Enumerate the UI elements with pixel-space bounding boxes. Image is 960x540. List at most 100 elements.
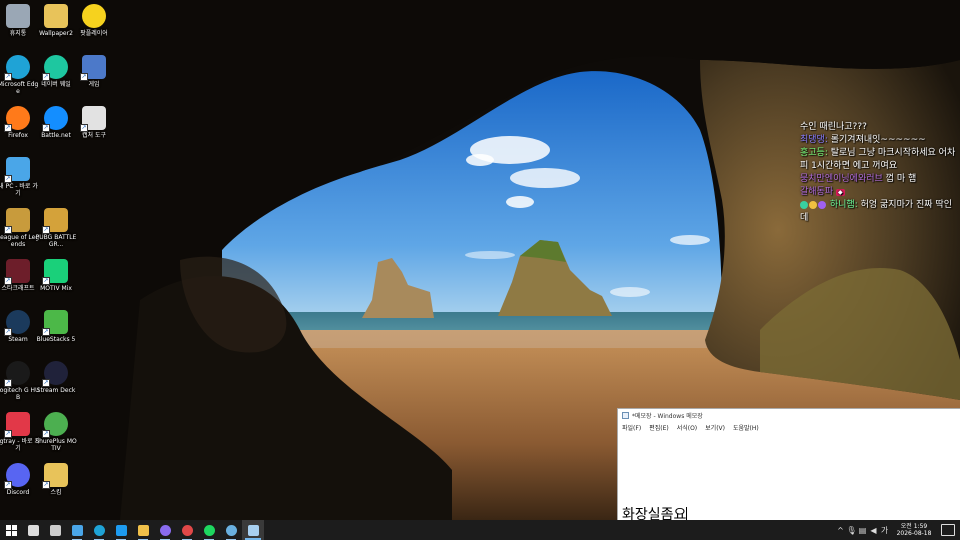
shortcut-arrow-icon: ↗ — [42, 379, 50, 387]
chat-message: 갈해동파 ◆ — [800, 186, 960, 199]
task-view-icon — [27, 524, 39, 536]
chevron-up-icon[interactable]: ^ — [835, 526, 846, 535]
chat-message: 뭉치만엔이닝에와러브 껍 마 햄 — [800, 174, 917, 184]
desktop-icon-label: BlueStacks 5 — [36, 336, 76, 343]
steam-icon: ↗ — [4, 310, 30, 336]
spotify-icon — [203, 524, 215, 536]
notepad-title-bar[interactable]: *메모장 - Windows 메모장 — [618, 409, 960, 422]
firefox-icon: ↗ — [4, 106, 30, 132]
starcraft-icon: ↗ — [4, 259, 30, 285]
taskbar-button-notepad-taskbar[interactable] — [242, 520, 264, 540]
desktop-icon-my-pc[interactable]: ↗ 내 PC - 바로 가기 — [0, 153, 40, 197]
shortcut-arrow-icon: ↗ — [42, 73, 50, 81]
desktop-icon-label: 내 PC - 바로 가기 — [0, 183, 38, 197]
edge-icon: ↗ — [4, 55, 30, 81]
taskbar-button-steam-taskbar[interactable] — [220, 520, 242, 540]
taskbar: ^ 🎙 ▤ ◀ 가 오전 1:59 2026-08-18 — [0, 520, 960, 540]
chat-message: 수인 때린나고??? — [800, 122, 867, 132]
desktop-icon-shureplus[interactable]: ↗ ShurePlus MOTIV — [34, 408, 78, 452]
whale-icon: ↗ — [42, 55, 68, 81]
taskbar-button-obs[interactable] — [176, 520, 198, 540]
discord-icon: ↗ — [4, 463, 30, 489]
pubg-icon: ↗ — [42, 208, 68, 234]
potplayer-icon — [82, 4, 106, 28]
diamond-badge-icon — [800, 200, 808, 209]
shortcut-arrow-icon: ↗ — [4, 328, 12, 336]
taskbar-button-edge-taskbar[interactable] — [88, 520, 110, 540]
menu-edit[interactable]: 편집(E) — [649, 423, 669, 432]
clock-time: 오전 1:59 — [900, 523, 928, 530]
recycle-bin-icon — [6, 4, 30, 28]
notepad-title: *메모장 - Windows 메모장 — [632, 413, 703, 420]
menu-help[interactable]: 도움말(H) — [733, 423, 759, 432]
shortcut-arrow-icon: ↗ — [4, 124, 12, 132]
shortcut-arrow-icon: ↗ — [4, 175, 12, 183]
microphone-icon[interactable]: 🎙 — [846, 526, 857, 535]
desktop-icon-label: MOTIV Mix — [40, 285, 72, 292]
snipping-tool-icon: ↗ — [80, 106, 106, 132]
bluestacks-icon: ↗ — [42, 310, 68, 336]
taskbar-button-explorer[interactable] — [132, 520, 154, 540]
edge-taskbar-icon — [93, 524, 105, 536]
desktop-icon-folder[interactable]: ↗ 스킴 — [34, 459, 78, 496]
taskbar-button-start[interactable] — [0, 520, 22, 540]
shortcut-arrow-icon: ↗ — [42, 430, 50, 438]
explorer-icon — [137, 524, 149, 536]
shortcut-arrow-icon: ↗ — [4, 73, 12, 81]
taskbar-button-snipping-app[interactable] — [66, 520, 88, 540]
desktop-icon-pubg[interactable]: ↗ PUBG BATTLEGR... — [34, 204, 78, 248]
heart-badge-icon — [818, 200, 826, 209]
snipping-app-icon — [71, 524, 83, 536]
motiv-mix-icon: ↗ — [42, 259, 68, 285]
desktop-icon-label: 게임 — [88, 81, 100, 88]
chat-nickname: 최댕댕: — [800, 135, 828, 145]
chat-nickname: 갈해동파 — [800, 187, 834, 197]
volume-icon[interactable]: ◀ — [868, 526, 879, 535]
notepad-taskbar-icon — [247, 524, 259, 536]
league-of-legends-icon: ↗ — [4, 208, 30, 234]
notepad-app-icon — [622, 412, 629, 419]
shortcut-arrow-icon: ↗ — [42, 226, 50, 234]
taskbar-button-calculator[interactable] — [44, 520, 66, 540]
folder-icon: ↗ — [42, 463, 68, 489]
desktop-icon-bluestacks[interactable]: ↗ BlueStacks 5 — [34, 306, 78, 343]
folder-icon — [44, 4, 68, 28]
taskbar-button-streaming-app[interactable] — [154, 520, 176, 540]
chat-nickname: 하니햄: — [829, 200, 858, 210]
desktop-icon-potplayer[interactable]: 팟플레이어 — [72, 0, 116, 37]
chat-nickname: 홍고등: — [800, 148, 828, 158]
battlenet-icon: ↗ — [42, 106, 68, 132]
ime-indicator[interactable]: 가 — [879, 525, 890, 536]
start-icon — [5, 524, 17, 536]
stream-deck-icon: ↗ — [42, 361, 68, 387]
clock[interactable]: 오전 1:59 2026-08-18 — [894, 523, 934, 537]
desktop-icon-game-folder[interactable]: ↗ 게임 — [72, 51, 116, 88]
calculator-icon — [49, 524, 61, 536]
desktop-icon-label: 캡처 도구 — [82, 132, 106, 139]
notification-center-icon[interactable] — [941, 524, 955, 536]
desktop-icon-label: ShurePlus MOTIV — [35, 438, 77, 452]
menu-view[interactable]: 보기(V) — [705, 423, 725, 432]
shortcut-arrow-icon: ↗ — [42, 277, 50, 285]
chat-message: 최댕댕: 롤기겨져내잇~~~~~~ — [800, 135, 926, 145]
desktop-icon-label: Stream Deck — [36, 387, 76, 394]
desktop-icon-motiv-mix[interactable]: ↗ MOTIV Mix — [34, 255, 78, 292]
taskbar-button-twitter[interactable] — [110, 520, 132, 540]
obs-icon — [181, 524, 193, 536]
notepad-window[interactable]: *메모장 - Windows 메모장 파일(F) 편집(E) 서식(O) 보기(… — [617, 408, 960, 523]
chat-badge: ◆ — [836, 189, 845, 196]
menu-file[interactable]: 파일(F) — [622, 423, 641, 432]
menu-format[interactable]: 서식(O) — [677, 423, 697, 432]
chat-nickname: 뭉치만엔이닝에와러브 — [800, 174, 883, 184]
network-icon[interactable]: ▤ — [857, 526, 868, 535]
shortcut-arrow-icon: ↗ — [80, 73, 88, 81]
desktop-icon-stream-deck[interactable]: ↗ Stream Deck — [34, 357, 78, 394]
desktop-icon-snipping-tool[interactable]: ↗ 캡처 도구 — [72, 102, 116, 139]
taskbar-button-spotify[interactable] — [198, 520, 220, 540]
desktop-icon-grid: 휴지통 Wallpaper2 팟플레이어 ↗ Microsoft Edge ↗ 네이버 웨일… — [0, 0, 120, 520]
notepad-text-area[interactable]: 화장실좀요 — [618, 433, 960, 523]
shortcut-arrow-icon: ↗ — [42, 481, 50, 489]
shortcut-arrow-icon: ↗ — [4, 277, 12, 285]
steam-taskbar-icon — [225, 524, 237, 536]
taskbar-button-task-view[interactable] — [22, 520, 44, 540]
